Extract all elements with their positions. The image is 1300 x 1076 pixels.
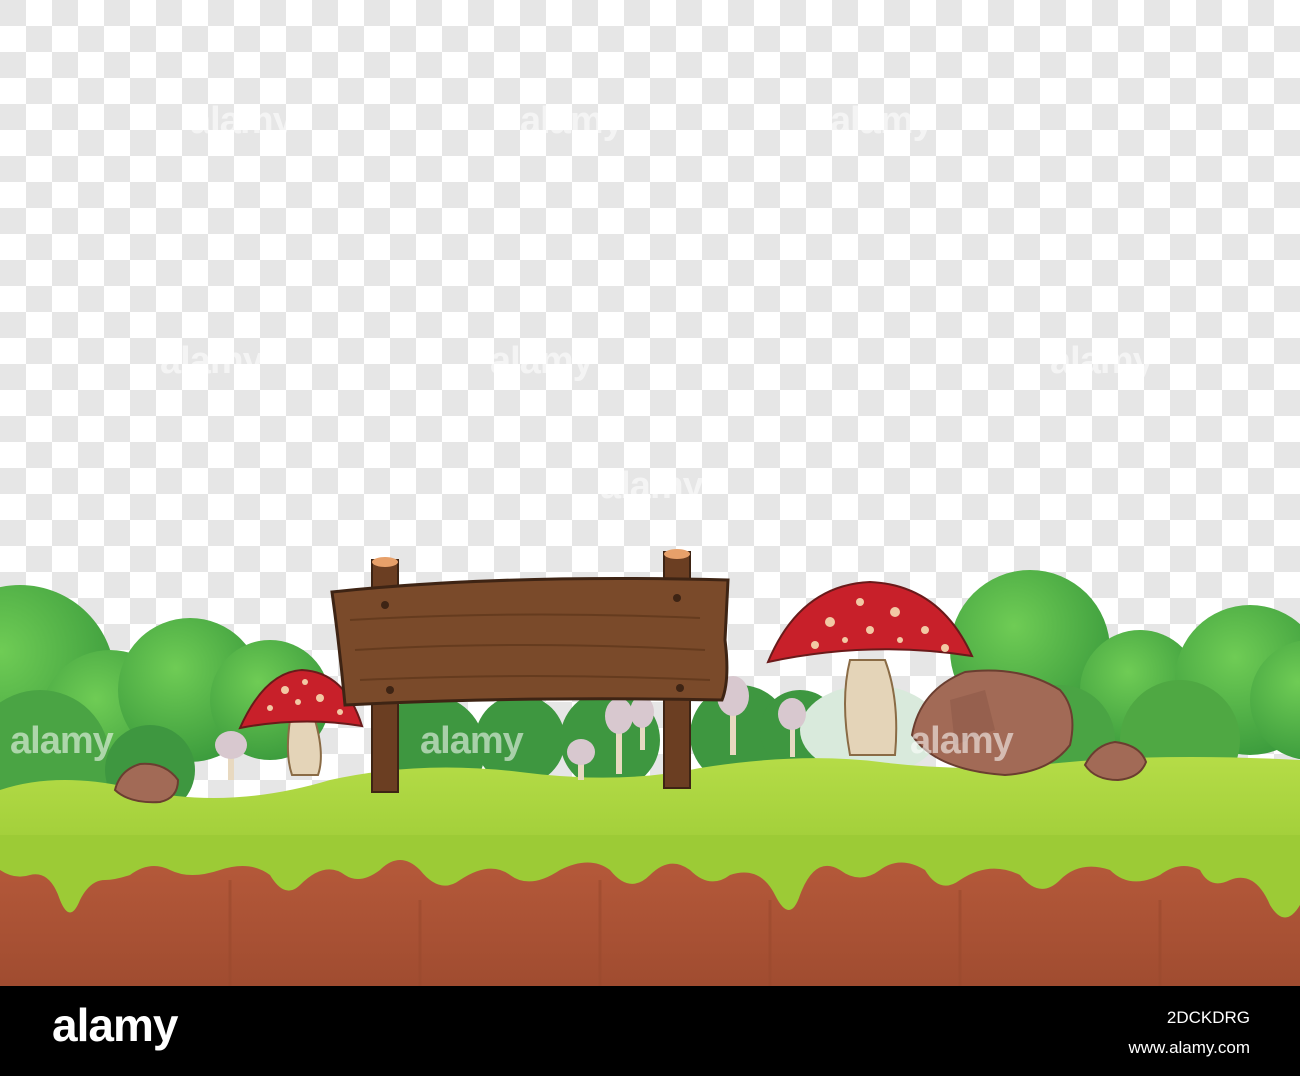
cliff-face xyxy=(0,860,1300,986)
alamy-logo: alamy xyxy=(52,999,178,1051)
image-id-label: 2DCKDRG xyxy=(1166,1008,1250,1027)
stock-footer-bar: alamy 2DCKDRG www.alamy.com xyxy=(0,986,1300,1076)
scene-canvas: alamy alamy alamy alamy alamy alamy alam… xyxy=(0,0,1300,986)
site-url-label: www.alamy.com xyxy=(1128,1038,1250,1057)
